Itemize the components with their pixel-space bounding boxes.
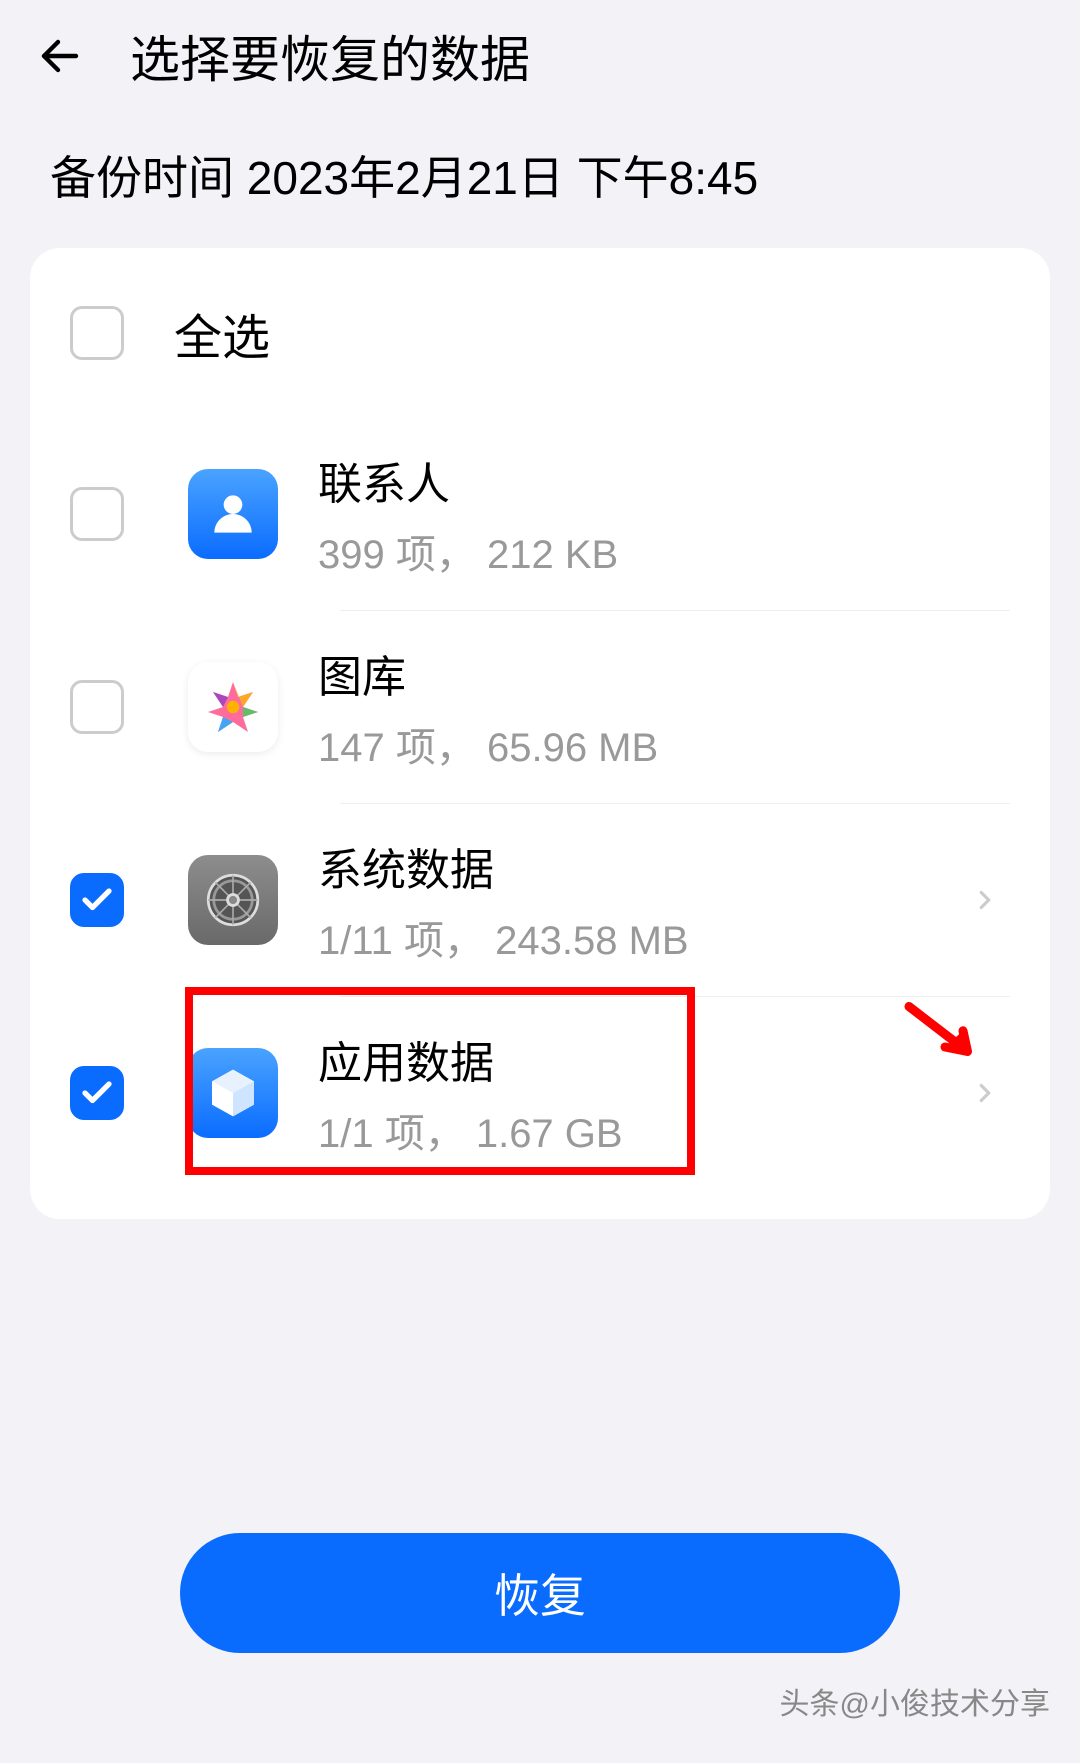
item-subtitle: 1/11 项， 243.58 MB — [318, 908, 930, 966]
select-all-label: 全选 — [174, 298, 270, 368]
item-subtitle: 147 项， 65.96 MB — [318, 715, 1010, 773]
item-checkbox[interactable] — [70, 873, 124, 927]
check-icon — [79, 1075, 115, 1111]
gallery-icon — [188, 662, 278, 752]
item-title: 系统数据 — [318, 834, 930, 898]
page-title: 选择要恢复的数据 — [130, 20, 530, 92]
select-all-row[interactable]: 全选 — [30, 278, 1050, 418]
item-checkbox[interactable] — [70, 1066, 124, 1120]
arrow-annotation-icon — [900, 1002, 990, 1072]
system-icon — [188, 855, 278, 945]
select-all-checkbox[interactable] — [70, 306, 124, 360]
restore-button-label: 恢复 — [494, 1560, 586, 1626]
check-icon — [79, 882, 115, 918]
item-checkbox[interactable] — [70, 680, 124, 734]
item-subtitle: 1/1 项， 1.67 GB — [318, 1101, 930, 1159]
item-title: 应用数据 — [318, 1027, 930, 1091]
backup-time-label: 备份时间 2023年2月21日 下午8:45 — [0, 122, 1080, 248]
restore-button[interactable]: 恢复 — [180, 1533, 900, 1653]
item-subtitle: 399 项， 212 KB — [318, 522, 1010, 580]
list-item-contacts[interactable]: 联系人 399 项， 212 KB — [30, 418, 1050, 610]
data-list-card: 全选 联系人 399 项， 212 KB — [30, 248, 1050, 1219]
list-item-system[interactable]: 系统数据 1/11 项， 243.58 MB — [30, 804, 1050, 996]
back-button[interactable] — [30, 26, 90, 86]
list-item-gallery[interactable]: 图库 147 项， 65.96 MB — [30, 611, 1050, 803]
item-checkbox[interactable] — [70, 487, 124, 541]
app-icon — [188, 1048, 278, 1138]
item-title: 图库 — [318, 641, 1010, 705]
contacts-icon — [188, 469, 278, 559]
chevron-right-icon — [970, 1078, 1000, 1108]
item-title: 联系人 — [318, 448, 1010, 512]
chevron-right-icon — [970, 885, 1000, 915]
arrow-left-icon — [36, 32, 84, 80]
list-item-appdata[interactable]: 应用数据 1/1 项， 1.67 GB — [30, 997, 1050, 1189]
watermark-label: 头条@小俊技术分享 — [780, 1679, 1050, 1723]
